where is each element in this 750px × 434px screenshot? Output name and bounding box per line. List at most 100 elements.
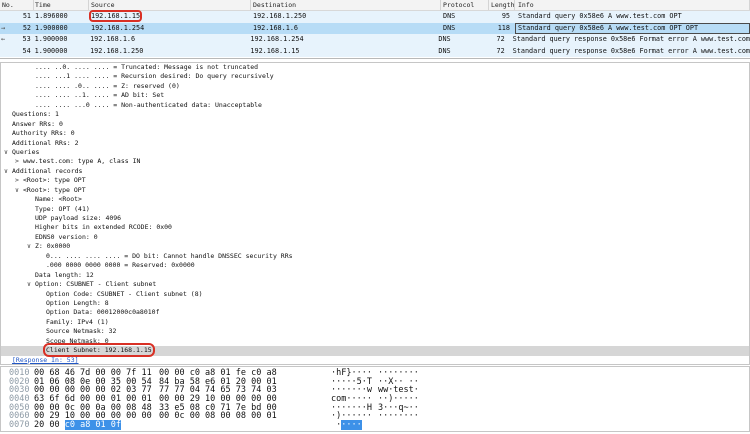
detail-line-label: Z: 0x0000 <box>35 242 71 251</box>
detail-line[interactable]: Authority RRs: 0 <box>1 129 749 138</box>
collapse-icon[interactable]: ∨ <box>4 167 12 176</box>
cell-source: 192.168.1.254 <box>91 23 145 32</box>
collapse-icon[interactable]: ∨ <box>4 148 12 157</box>
hex-row[interactable]: 0070 20 00 c0 a8 01 0f ····· <box>9 420 749 431</box>
detail-line-label: Data length: 12 <box>35 270 94 279</box>
cell-info: Standard query response 0x58e6 Format er… <box>512 35 750 43</box>
annotation-red-box: 192.168.1.15 <box>88 10 143 22</box>
cell-protocol: DNS <box>438 46 451 55</box>
detail-line-label: Authority RRs: 0 <box>12 129 75 138</box>
detail-line-label: .... ...1 .... .... = Recursion desired:… <box>35 72 274 81</box>
detail-line[interactable]: UDP payload size: 4096 <box>1 214 749 223</box>
detail-line-label: Option Data: 00012000c0a8010f <box>46 308 160 317</box>
detail-line-label: Additional records <box>12 166 83 175</box>
cell-protocol: DNS <box>443 23 456 32</box>
hex-highlighted-bytes: c0 a8 01 0f <box>64 420 122 431</box>
cell-protocol: DNS <box>438 35 451 43</box>
detail-line-label: Client Subnet: 192.168.1.15 <box>43 343 155 358</box>
column-header-no[interactable]: No. <box>0 0 34 10</box>
column-header-source[interactable]: Source <box>89 0 251 10</box>
detail-line[interactable]: .... ...1 .... .... = Recursion desired:… <box>1 72 749 81</box>
detail-line-label: Option Code: CSUBNET - Client subnet (8) <box>46 289 203 298</box>
detail-line[interactable]: .... .... ..1. .... = AD bit: Set <box>1 91 749 100</box>
expand-icon[interactable]: > <box>15 157 23 166</box>
request-arrow-icon: → <box>1 23 6 32</box>
detail-line[interactable]: .... ..0. .... .... = Truncated: Message… <box>1 63 749 72</box>
detail-line[interactable]: ∨ <Root>: type OPT <box>1 186 749 195</box>
detail-line-label: UDP payload size: 4096 <box>35 214 122 222</box>
detail-line[interactable]: Client Subnet: 192.168.1.15 <box>1 343 749 358</box>
detail-line-label: Additional RRs: 2 <box>12 138 79 147</box>
detail-line[interactable]: ∨ Z: 0x0000 <box>1 242 749 251</box>
detail-line[interactable]: > <Root>: type OPT <box>1 176 749 185</box>
detail-line[interactable]: ∨ Queries <box>1 148 749 157</box>
hex-bytes-group1: 20 00 c0 a8 01 0f <box>34 420 122 431</box>
detail-line-label: Answer RRs: 0 <box>12 119 63 128</box>
detail-line[interactable]: .... .... .0.. .... = Z: reserved (0) <box>1 82 749 91</box>
detail-line-label: [Response In: 53] <box>12 355 79 364</box>
column-header-length[interactable]: Length <box>489 0 515 10</box>
detail-line-label: Family: IPv4 (1) <box>46 317 109 326</box>
detail-line[interactable]: Type: OPT (41) <box>1 205 749 214</box>
detail-line-label: .000 0000 0000 0000 = Reserved: 0x0000 <box>46 261 195 270</box>
packet-row-54[interactable]: 54 1.900000 192.168.1.250 192.168.1.15 DNS 72… <box>0 45 750 57</box>
cell-length: 95 <box>501 12 510 20</box>
collapse-icon[interactable]: ∨ <box>15 186 23 195</box>
detail-line-label: .... .... ...0 .... = Non-authenticated … <box>35 100 262 109</box>
detail-line-label: .... .... ..1. .... = AD bit: Set <box>35 91 165 100</box>
detail-line-label: .... .... .0.. .... = Z: reserved (0) <box>35 81 180 90</box>
column-header-destination[interactable]: Destination <box>251 0 441 10</box>
packet-row-51[interactable]: 51 1.896000 192.168.1.15 192.168.1.250 DNS 95… <box>0 10 750 23</box>
detail-line[interactable]: ∨ Additional records <box>1 167 749 176</box>
expand-icon[interactable]: > <box>15 176 23 185</box>
detail-line[interactable]: 0... .... .... .... = DO bit: Cannot han… <box>1 252 749 261</box>
cell-time: 1.896000 <box>35 12 68 20</box>
detail-line[interactable]: .000 0000 0000 0000 = Reserved: 0x0000 <box>1 261 749 270</box>
packet-bytes-pane: 0010 00 68 46 7d 00 00 7f 11 00 00 c0 a8 0… <box>0 366 750 432</box>
detail-line[interactable]: Option Length: 8 <box>1 299 749 308</box>
cell-source: 192.168.1.250 <box>90 46 144 55</box>
collapse-icon[interactable]: ∨ <box>27 280 35 289</box>
cell-time: 1.900000 <box>34 46 68 55</box>
cell-time: 1.900000 <box>35 23 68 32</box>
detail-line-label: www.test.com: type A, class IN <box>23 157 141 166</box>
cell-destination: 192.168.1.254 <box>250 35 304 43</box>
detail-line[interactable]: Name: <Root> <box>1 195 749 204</box>
column-header-info[interactable]: Info <box>515 0 750 10</box>
ascii-highlighted-bytes: ···· <box>341 420 362 431</box>
packet-row-53[interactable]: ← 53 1.900000 192.168.1.6 192.168.1.254 DNS 72… <box>0 34 750 46</box>
column-header-time[interactable]: Time <box>34 0 89 10</box>
response-in-link[interactable]: [Response In: 53] <box>1 355 749 364</box>
cell-info: Standard query 0x58e6 A www.test.com OPT… <box>515 23 750 35</box>
detail-line-label: Type: OPT (41) <box>35 204 90 213</box>
detail-line[interactable]: Questions: 1 <box>1 110 749 119</box>
detail-line-label: <Root>: type OPT <box>23 185 86 194</box>
response-arrow-icon: ← <box>1 35 6 43</box>
detail-line[interactable]: Option Code: CSUBNET - Client subnet (8) <box>1 290 749 299</box>
cell-destination: 192.168.1.15 <box>250 46 300 55</box>
cell-destination: 192.168.1.6 <box>253 23 299 32</box>
detail-line[interactable]: Source Netmask: 32 <box>1 327 749 336</box>
detail-line[interactable]: Additional RRs: 2 <box>1 139 749 148</box>
detail-line[interactable]: Family: IPv4 (1) <box>1 318 749 327</box>
packet-details-pane: .... ..0. .... .... = Truncated: Message… <box>0 62 750 365</box>
detail-line[interactable]: Option Data: 00012000c0a8010f <box>1 308 749 317</box>
detail-line[interactable]: Data length: 12 <box>1 271 749 280</box>
detail-line[interactable]: > www.test.com: type A, class IN <box>1 157 749 166</box>
detail-line-label: Source Netmask: 32 <box>46 327 117 336</box>
detail-line[interactable]: Answer RRs: 0 <box>1 120 749 129</box>
detail-line[interactable]: Scope Netmask: 0 <box>1 337 749 346</box>
cell-source: 192.168.1.6 <box>90 35 136 43</box>
detail-line[interactable]: EDNS0 version: 0 <box>1 233 749 242</box>
detail-line[interactable]: .... .... ...0 .... = Non-authenticated … <box>1 101 749 110</box>
hex-bytes-group2: 00 0c 00 08 00 08 00 01 <box>159 411 277 422</box>
packet-row-52[interactable]: → 52 1.900000 192.168.1.254 192.168.1.6 DNS 11… <box>0 22 750 35</box>
detail-line[interactable]: ∨ Option: CSUBNET - Client subnet <box>1 280 749 289</box>
packet-list-header: No. Time Source Destination Protocol Length In… <box>0 0 750 11</box>
collapse-icon[interactable]: ∨ <box>27 242 35 251</box>
cell-time: 1.900000 <box>34 35 68 43</box>
column-header-protocol[interactable]: Protocol <box>441 0 489 10</box>
detail-line-label: .... ..0. .... .... = Truncated: Message… <box>35 63 259 71</box>
cell-no: 54 <box>22 46 31 55</box>
detail-line[interactable]: Higher bits in extended RCODE: 0x00 <box>1 223 749 232</box>
